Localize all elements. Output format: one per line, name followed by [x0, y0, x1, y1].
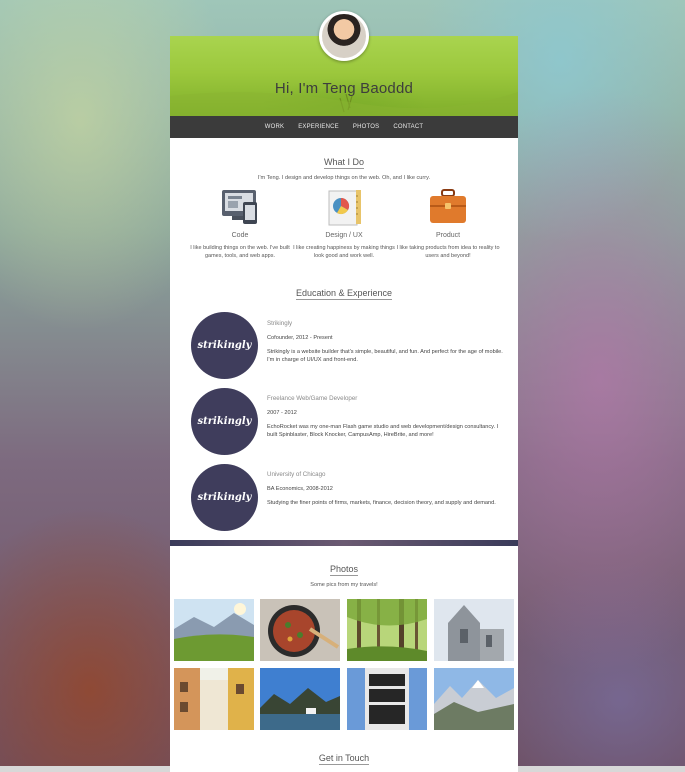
design-icon	[328, 190, 361, 226]
nav-experience[interactable]: EXPERIENCE	[298, 124, 339, 130]
strikingly-logo: strikingly	[191, 388, 258, 455]
lake-mountains-photo[interactable]	[260, 668, 340, 730]
skill-product-name: Product	[435, 232, 461, 239]
skill-design-name: Design / UX	[325, 232, 363, 239]
experience-item: Strikingly Cofounder, 2012 - Present Str…	[267, 320, 503, 364]
avatar	[319, 11, 369, 61]
cooking-pan-photo[interactable]	[260, 599, 340, 661]
experience-item: Freelance Web/Game Developer 2007 - 2012…	[267, 395, 503, 439]
photos-panel: Photos Some pics from my travels! Get in…	[170, 546, 518, 772]
skill-product-desc: I like taking products from idea to real…	[396, 245, 500, 259]
photos-title: Photos	[329, 564, 359, 576]
strikingly-logo: strikingly	[191, 312, 258, 379]
exp-role: BA Economics, 2008-2012	[267, 486, 333, 492]
intro-text: I'm Teng. I design and develop things on…	[257, 175, 431, 181]
exp-role: 2007 - 2012	[267, 410, 297, 416]
mountain-meadow-photo[interactable]	[174, 599, 254, 661]
skill-design: Design / UX I like creating happiness by…	[292, 188, 396, 260]
exp-org: Freelance Web/Game Developer	[267, 395, 358, 402]
experience-item: University of Chicago BA Economics, 2008…	[267, 471, 503, 507]
cathedral-photo[interactable]	[434, 599, 514, 661]
nav-photos[interactable]: PHOTOS	[353, 124, 379, 130]
what-i-do-title: What I Do	[323, 157, 364, 169]
site-page: Hi, I'm Teng Baoddd WORK EXPERIENCE PHOT…	[170, 0, 518, 772]
alley-photo[interactable]	[174, 668, 254, 730]
nav-work[interactable]: WORK	[265, 124, 284, 130]
exp-role: Cofounder, 2012 - Present	[267, 335, 333, 341]
about-panel: What I Do I'm Teng. I design and develop…	[170, 138, 518, 540]
photos-subtitle: Some pics from my travels!	[310, 582, 378, 588]
hero-title: Hi, I'm Teng Baoddd	[274, 80, 414, 97]
skill-code-desc: I like building things on the web. I've …	[190, 245, 290, 259]
contact-title: Get in Touch	[318, 753, 370, 765]
strikingly-logo: strikingly	[191, 464, 258, 531]
exp-desc: Strikingly is a website builder that's s…	[267, 349, 503, 363]
top-nav: WORK EXPERIENCE PHOTOS CONTACT	[170, 116, 518, 138]
skill-code: Code I like building things on the web. …	[188, 188, 292, 260]
computer-icon	[222, 190, 257, 224]
exp-org: Strikingly	[267, 320, 293, 327]
building-photo[interactable]	[347, 668, 427, 730]
briefcase-icon	[430, 189, 466, 223]
exp-org: University of Chicago	[267, 471, 326, 478]
skill-design-desc: I like creating happiness by making thin…	[293, 245, 395, 259]
nav-contact[interactable]: CONTACT	[393, 124, 423, 130]
exp-desc: Studying the finer points of firms, mark…	[267, 500, 496, 506]
exp-desc: EchoRocket was my one-man Flash game stu…	[267, 424, 499, 438]
alps-photo[interactable]	[434, 668, 514, 730]
experience-title: Education & Experience	[295, 288, 393, 300]
skill-product: Product I like taking products from idea…	[396, 188, 500, 260]
forest-photo[interactable]	[347, 599, 427, 661]
skill-code-name: Code	[231, 232, 249, 239]
